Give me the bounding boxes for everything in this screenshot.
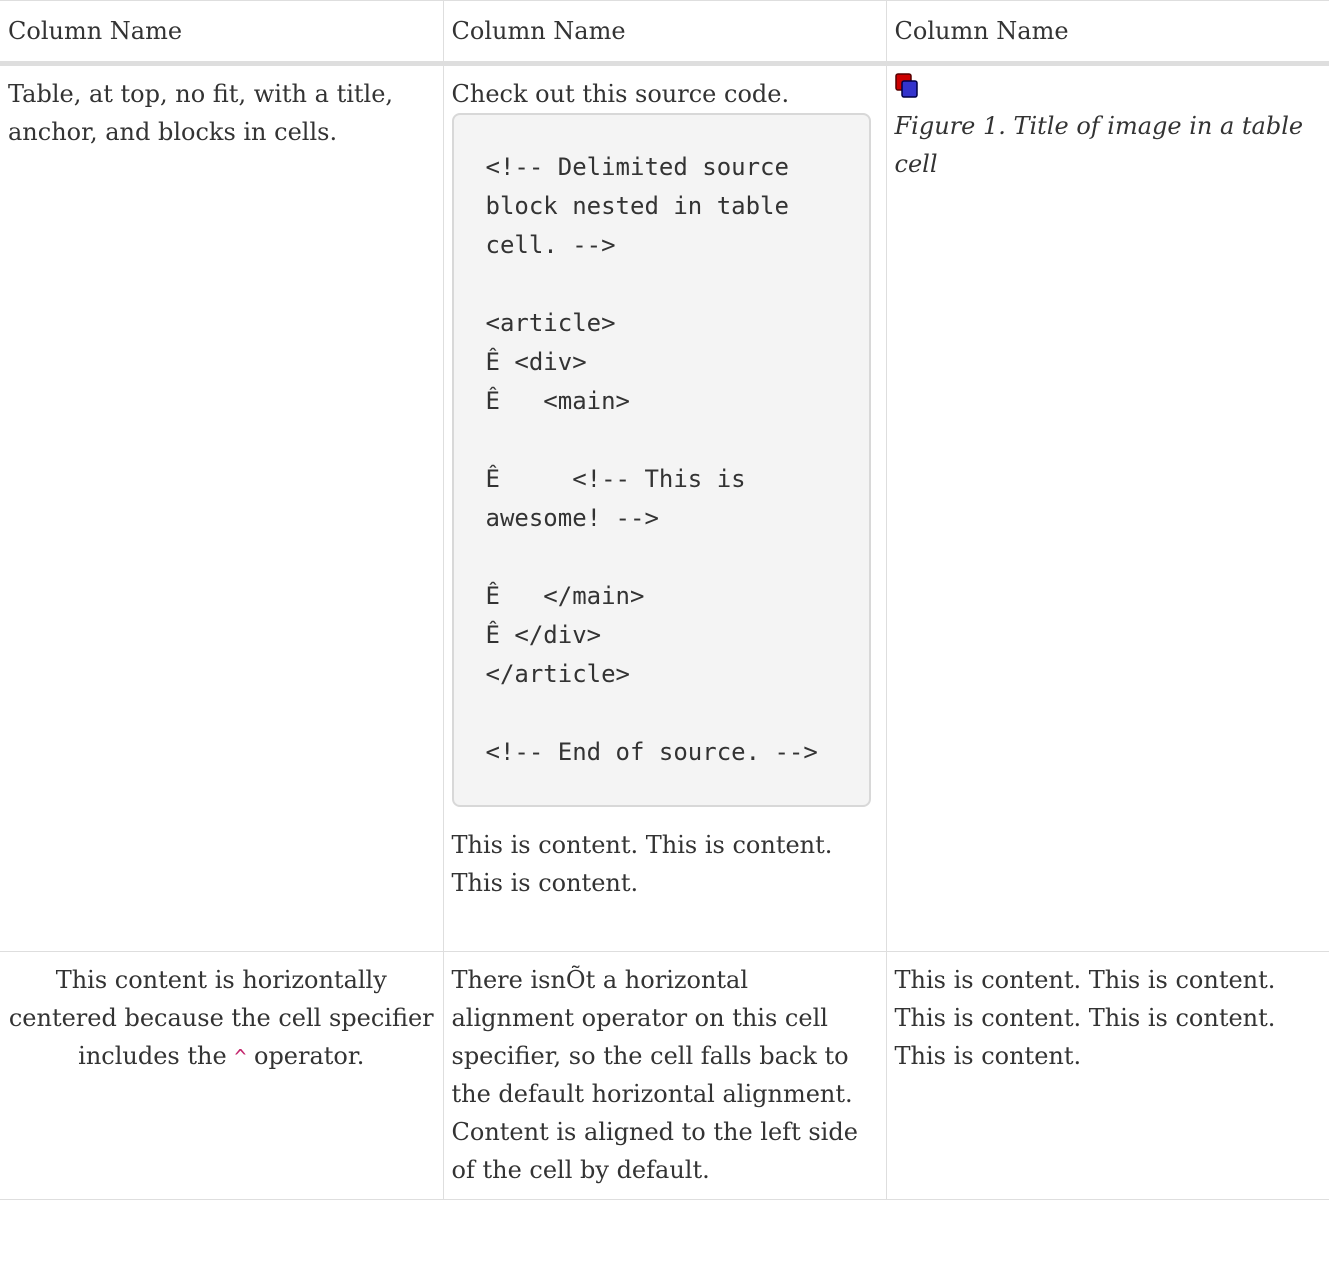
cell-text: This is content. This is content. This i… — [451, 831, 833, 897]
column-header: Column Name — [442, 0, 886, 66]
cell-text-before: This content is horizontally centered be… — [8, 966, 434, 1070]
table-row: This content is horizontally centered be… — [0, 951, 1329, 1200]
operator-code: ^ — [234, 1045, 247, 1069]
column-header: Column Name — [0, 0, 443, 66]
cell-text: Check out this source code. — [451, 80, 790, 108]
table-header: Column Name Column Name Column Name — [0, 0, 1329, 66]
cell-text-after: operator. — [246, 1042, 365, 1070]
table-cell: This is content. This is content. This i… — [885, 951, 1329, 1200]
source-code-block: <!-- Delimited source block nested in ta… — [451, 113, 871, 807]
header-row: Column Name Column Name Column Name — [0, 0, 1329, 66]
table-cell: This content is horizontally centered be… — [0, 951, 443, 1200]
table-cell: Check out this source code. <!-- Delimit… — [442, 63, 886, 952]
table-row: Table, at top, no fit, with a title, anc… — [0, 63, 1329, 952]
figure-title: Figure 1. Title of image in a table cell — [894, 112, 1304, 178]
source-code: <!-- Delimited source block nested in ta… — [485, 153, 818, 766]
column-header: Column Name — [885, 0, 1329, 66]
content-table: Column Name Column Name Column Name Tabl… — [0, 0, 1329, 1200]
cell-text: There isnÕt a horizontal alignment opera… — [451, 966, 858, 1184]
table-cell: There isnÕt a horizontal alignment opera… — [442, 951, 886, 1200]
cell-text: This content is horizontally centered be… — [8, 961, 435, 1076]
table-cell: Table, at top, no fit, with a title, anc… — [0, 64, 443, 952]
cell-text: Table, at top, no fit, with a title, anc… — [8, 80, 394, 146]
table-cell: Figure 1. Title of image in a table cell — [885, 63, 1329, 952]
overlapping-squares-icon — [894, 73, 918, 98]
cell-text: This is content. This is content. This i… — [894, 966, 1276, 1070]
table-body: Table, at top, no fit, with a title, anc… — [0, 63, 1329, 1200]
